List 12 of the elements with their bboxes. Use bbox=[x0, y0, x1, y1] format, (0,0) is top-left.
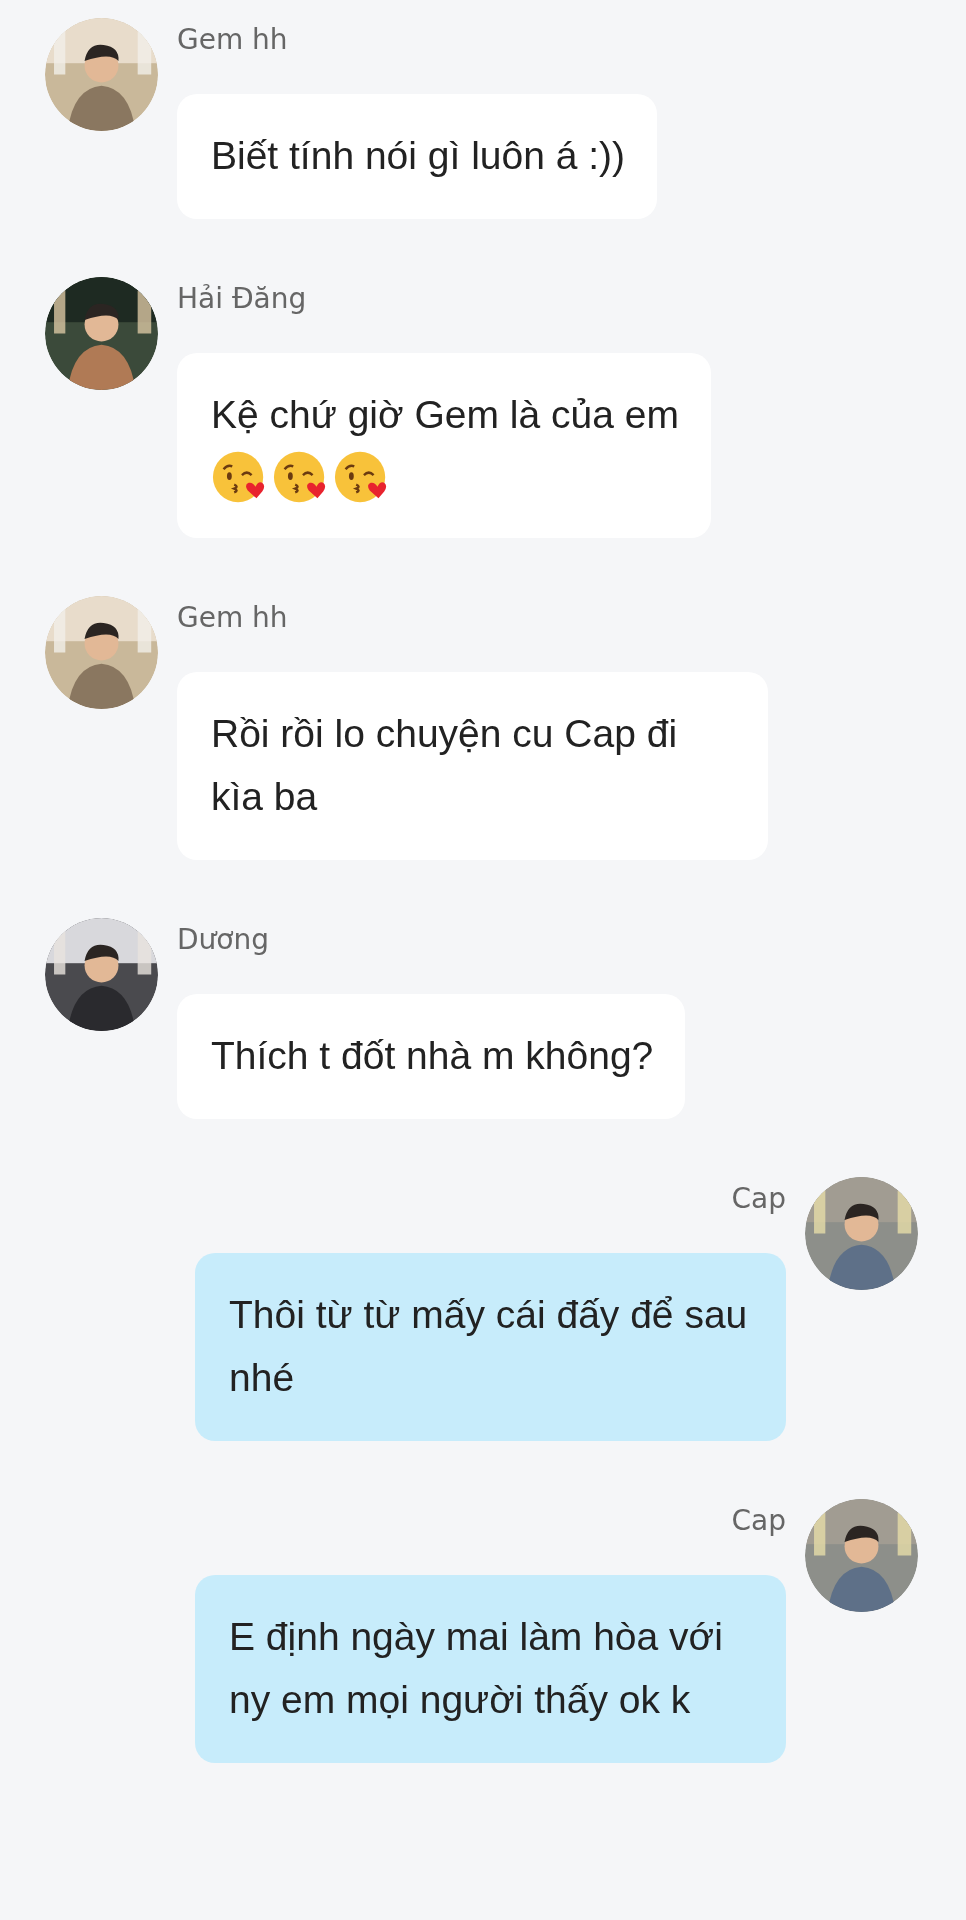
sender-name: Gem hh bbox=[177, 600, 288, 636]
sender-name: Cap bbox=[731, 1181, 786, 1217]
sender-name: Hải Đăng bbox=[177, 281, 307, 317]
message-bubble: Rồi rồi lo chuyện cu Cap đi kìa ba bbox=[177, 672, 768, 860]
message-bubble: Kệ chứ giờ Gem là của em bbox=[177, 353, 711, 538]
message-bubble: E định ngày mai làm hòa với ny em mọi người thấy ok k bbox=[195, 1575, 786, 1763]
sender-name: Cap bbox=[731, 1503, 786, 1539]
message-bubble: Thôi từ từ mấy cái đấy để sau nhé bbox=[195, 1253, 786, 1441]
sender-name: Gem hh bbox=[177, 22, 288, 58]
message-bubble: Thích t đốt nhà m không? bbox=[177, 994, 686, 1119]
message-bubble: Biết tính nói gì luôn á :)) bbox=[177, 94, 658, 219]
sender-name: Dương bbox=[177, 922, 269, 958]
